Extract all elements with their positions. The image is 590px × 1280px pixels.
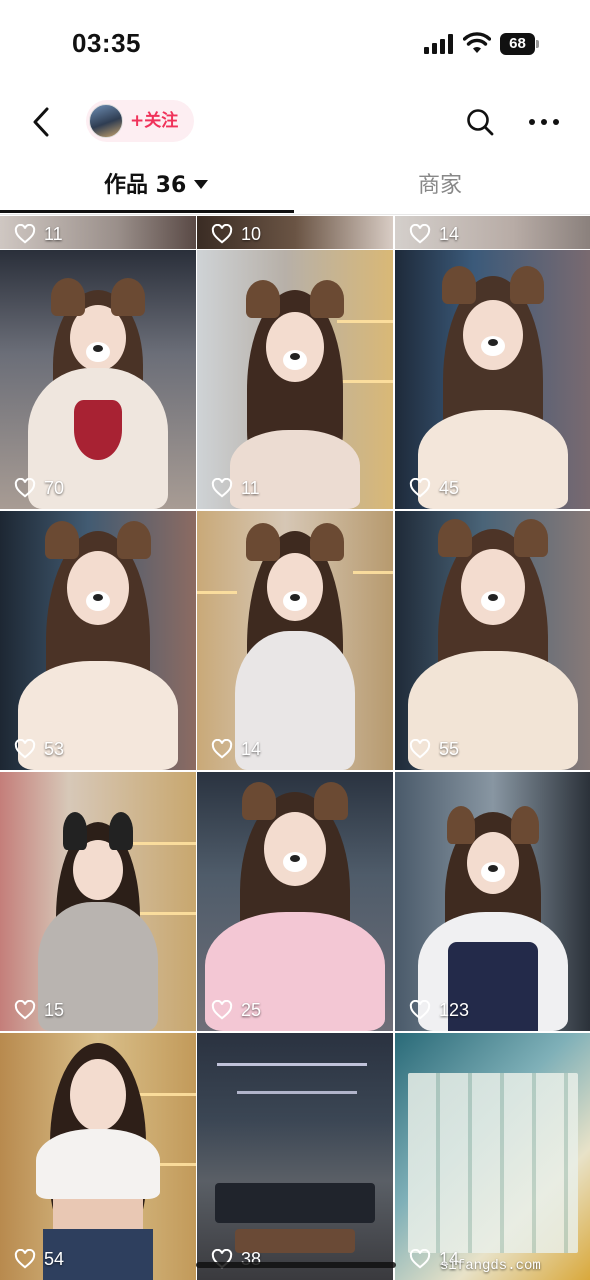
like-count: 11 <box>44 223 63 244</box>
profile-tabs: 作品 36 商家 <box>0 160 590 216</box>
more-icon[interactable] <box>526 106 562 138</box>
video-thumbnail[interactable]: 53 <box>0 511 196 770</box>
like-count: 14 <box>241 738 262 759</box>
heart-icon <box>14 224 36 244</box>
video-thumbnail[interactable]: 14 <box>395 1033 590 1280</box>
like-count: 123 <box>439 999 470 1020</box>
heart-icon <box>409 224 431 244</box>
video-thumbnail[interactable]: 15 <box>0 772 196 1031</box>
nav-bar: +关注 <box>0 96 590 148</box>
like-counter: 123 <box>409 997 469 1023</box>
like-counter: 11 <box>14 221 63 247</box>
tab-divider <box>0 214 590 215</box>
like-count: 10 <box>241 223 262 244</box>
like-counter: 45 <box>409 475 459 501</box>
battery-icon: 68 <box>500 33 540 55</box>
avatar <box>89 104 123 138</box>
search-icon[interactable] <box>464 106 496 138</box>
like-counter: 70 <box>14 475 64 501</box>
video-thumbnail[interactable]: 10 <box>197 216 393 249</box>
like-count: 25 <box>241 999 262 1020</box>
tab-works[interactable]: 作品 36 <box>104 168 209 204</box>
like-counter: 10 <box>211 221 261 247</box>
heart-icon <box>211 739 233 759</box>
video-thumbnail[interactable]: 38 <box>197 1033 393 1280</box>
video-thumbnail[interactable]: 11 <box>197 250 393 509</box>
like-counter: 53 <box>14 736 64 762</box>
heart-icon <box>409 478 431 498</box>
like-count: 54 <box>44 1248 65 1269</box>
like-counter: 15 <box>14 997 64 1023</box>
video-thumbnail[interactable]: 70 <box>0 250 196 509</box>
follow-label: +关注 <box>130 111 179 131</box>
back-icon[interactable] <box>24 104 60 140</box>
like-counter: 54 <box>14 1246 64 1272</box>
video-thumbnail[interactable]: 14 <box>197 511 393 770</box>
video-thumbnail[interactable]: 123 <box>395 772 590 1031</box>
follow-button[interactable]: +关注 <box>86 100 194 142</box>
heart-icon <box>211 1000 233 1020</box>
like-count: 15 <box>44 999 65 1020</box>
video-thumbnail[interactable]: 54 <box>0 1033 196 1280</box>
video-thumbnail[interactable]: 11 <box>0 216 196 249</box>
like-count: 55 <box>439 738 460 759</box>
home-indicator[interactable] <box>196 1262 396 1268</box>
tab-merchant[interactable]: 商家 <box>418 168 462 204</box>
heart-icon <box>14 478 36 498</box>
heart-icon <box>14 1249 36 1269</box>
status-time: 03:35 <box>72 28 141 58</box>
caret-down-icon <box>194 180 209 189</box>
heart-icon <box>409 1000 431 1020</box>
heart-icon <box>409 1249 431 1269</box>
tab-active-indicator <box>0 210 294 213</box>
like-counter: 38 <box>211 1246 261 1272</box>
like-count: 70 <box>44 477 65 498</box>
heart-icon <box>211 224 233 244</box>
like-counter: 14 <box>409 221 459 247</box>
like-count: 11 <box>241 477 260 498</box>
like-counter: 55 <box>409 736 459 762</box>
video-thumbnail[interactable]: 14 <box>395 216 590 249</box>
cellular-signal-icon <box>424 34 454 54</box>
tab-works-label: 作品 36 <box>104 173 187 198</box>
heart-icon <box>409 739 431 759</box>
wifi-icon <box>463 32 491 53</box>
like-counter: 14 <box>211 736 261 762</box>
watermark: sifangds.com <box>440 1258 541 1274</box>
like-count: 14 <box>439 223 460 244</box>
like-count: 45 <box>439 477 460 498</box>
like-counter: 25 <box>211 997 261 1023</box>
video-grid: 11 10 14 70 11 45 53 14 55 15 25 123 54 … <box>0 216 590 1280</box>
heart-icon <box>211 478 233 498</box>
video-thumbnail[interactable]: 25 <box>197 772 393 1031</box>
battery-level: 68 <box>500 33 535 55</box>
like-counter: 11 <box>211 475 260 501</box>
video-thumbnail[interactable]: 45 <box>395 250 590 509</box>
status-bar: 03:35 68 <box>0 0 590 90</box>
like-count: 53 <box>44 738 65 759</box>
heart-icon <box>14 1000 36 1020</box>
video-thumbnail[interactable]: 55 <box>395 511 590 770</box>
heart-icon <box>14 739 36 759</box>
